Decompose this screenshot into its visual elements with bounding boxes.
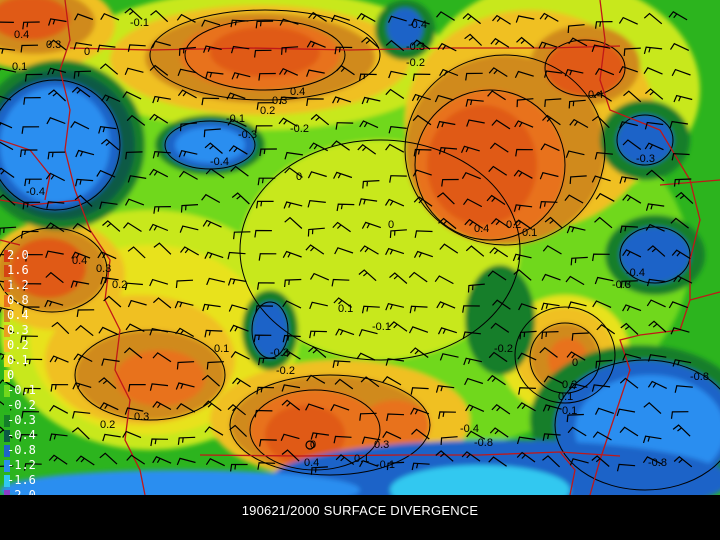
legend-entry: 0.2 (0, 338, 40, 353)
legend-entry: -1.6 (0, 473, 40, 488)
legend-entry: -0.2 (0, 398, 40, 413)
legend-entry: -0.8 (0, 443, 40, 458)
color-scale-legend: 2.0 1.6 1.2 0.8 0.4 0.3 0.2 0.1 0 -0.1 -0.2 -0.3 -0.… (0, 248, 40, 510)
contour-label: 0.1 (522, 227, 537, 239)
contour-label: -0.4 (26, 186, 45, 198)
contour-label: -0.8 (690, 371, 709, 383)
legend-label: -0.3 (7, 413, 36, 427)
legend-label: -0.2 (7, 398, 36, 412)
contour-label: 0.3 (96, 263, 111, 275)
contour-label: 0.2 (562, 379, 577, 391)
legend-entry: 2.0 (0, 248, 40, 263)
contour-label: 0.4 (14, 29, 29, 41)
legend-label: 2.0 (7, 248, 29, 262)
legend-label: -0.8 (7, 443, 36, 457)
map-caption: 190621/2000 SURFACE DIVERGENCE (241, 503, 479, 518)
contour-label: 0.1 (558, 391, 573, 403)
contour-label: -0.2 (276, 365, 295, 377)
contour-label: 0.3 (134, 411, 149, 423)
legend-label: 0.4 (7, 308, 29, 322)
legend-entry: -0.1 (0, 383, 40, 398)
contour-label: -0.8 (648, 457, 667, 469)
legend-label: -1.2 (7, 458, 36, 472)
weather-map-display: 0.4 0.3 0.1 0 -0.1 -0.4 -0.3 -0.2 0.4 0.3 0.2 -0.1-… (0, 0, 720, 540)
contour-label: -0.3 (406, 41, 425, 53)
legend-entry: 0.3 (0, 323, 40, 338)
contour-label: 0.4 (290, 86, 305, 98)
legend-label: 0.8 (7, 293, 29, 307)
legend-label: 0 (7, 368, 15, 382)
contour-label: 0.1 (338, 303, 353, 315)
contour-label: 0.2 (112, 279, 127, 291)
contour-label: 0.3 (374, 439, 389, 451)
legend-entry: 1.6 (0, 263, 40, 278)
contour-label: -0.1 (376, 459, 395, 471)
contour-label: -0.4 (460, 423, 479, 435)
contour-label: -0.2 (406, 57, 425, 69)
contour-label: -0.3 (238, 129, 257, 141)
contour-label: 0 (84, 46, 90, 58)
contour-label: 0.2 (260, 105, 275, 117)
contour-label: -0.3 (612, 279, 631, 291)
legend-label: 0.2 (7, 338, 29, 352)
contour-label: 0.1 (562, 405, 577, 417)
contour-label: 0.2 (506, 219, 521, 231)
contour-label: 0.1 (354, 453, 369, 465)
legend-label: 0.1 (7, 353, 29, 367)
contour-label: 0.4 (474, 223, 489, 235)
contour-label: 0.4 (72, 255, 87, 267)
contour-label: -0.2 (494, 343, 513, 355)
contour-label: -0.1 (372, 321, 391, 333)
divergence-map: 0.40.30.10-0.1 -0.4-0.3-0.20.40.30.2-0.1-… (0, 0, 720, 495)
caption-bar: 190621/2000 SURFACE DIVERGENCE (0, 495, 720, 540)
contour-label: 0.2 (100, 419, 115, 431)
contour-label: -0.4 (210, 156, 229, 168)
contour-label: 0.1 (214, 343, 229, 355)
contour-label: -0.2 (290, 123, 309, 135)
contour-label: -0.3 (636, 153, 655, 165)
contour-label: 0 (388, 219, 394, 231)
contour-label: 0.4 (304, 457, 319, 469)
legend-entry: 0.4 (0, 308, 40, 323)
legend-entry: 0.8 (0, 293, 40, 308)
contour-label: 0.4 (588, 89, 603, 101)
legend-entry: -0.3 (0, 413, 40, 428)
contour-label: 0.1 (12, 61, 27, 73)
contour-label: -0.3 (270, 347, 289, 359)
contour-label: 0 (572, 357, 578, 369)
contour-label: -0.8 (474, 437, 493, 449)
legend-entry: 1.2 (0, 278, 40, 293)
contour-label: 0 (296, 171, 302, 183)
contour-label: 0.3 (46, 39, 61, 51)
legend-entry: 0 (0, 368, 40, 383)
legend-entry: -0.4 (0, 428, 40, 443)
contour-label: -0.1 (130, 17, 149, 29)
contour-label: -0.1 (226, 113, 245, 125)
contour-label: -0.4 (408, 19, 427, 31)
legend-label: -0.1 (7, 383, 36, 397)
legend-entry: 0.1 (0, 353, 40, 368)
contour-label: -0.4 (626, 267, 645, 279)
legend-label: 1.6 (7, 263, 29, 277)
legend-entry: -1.2 (0, 458, 40, 473)
legend-label: -0.4 (7, 428, 36, 442)
legend-label: -1.6 (7, 473, 36, 487)
legend-label: 0.3 (7, 323, 29, 337)
legend-label: 1.2 (7, 278, 29, 292)
